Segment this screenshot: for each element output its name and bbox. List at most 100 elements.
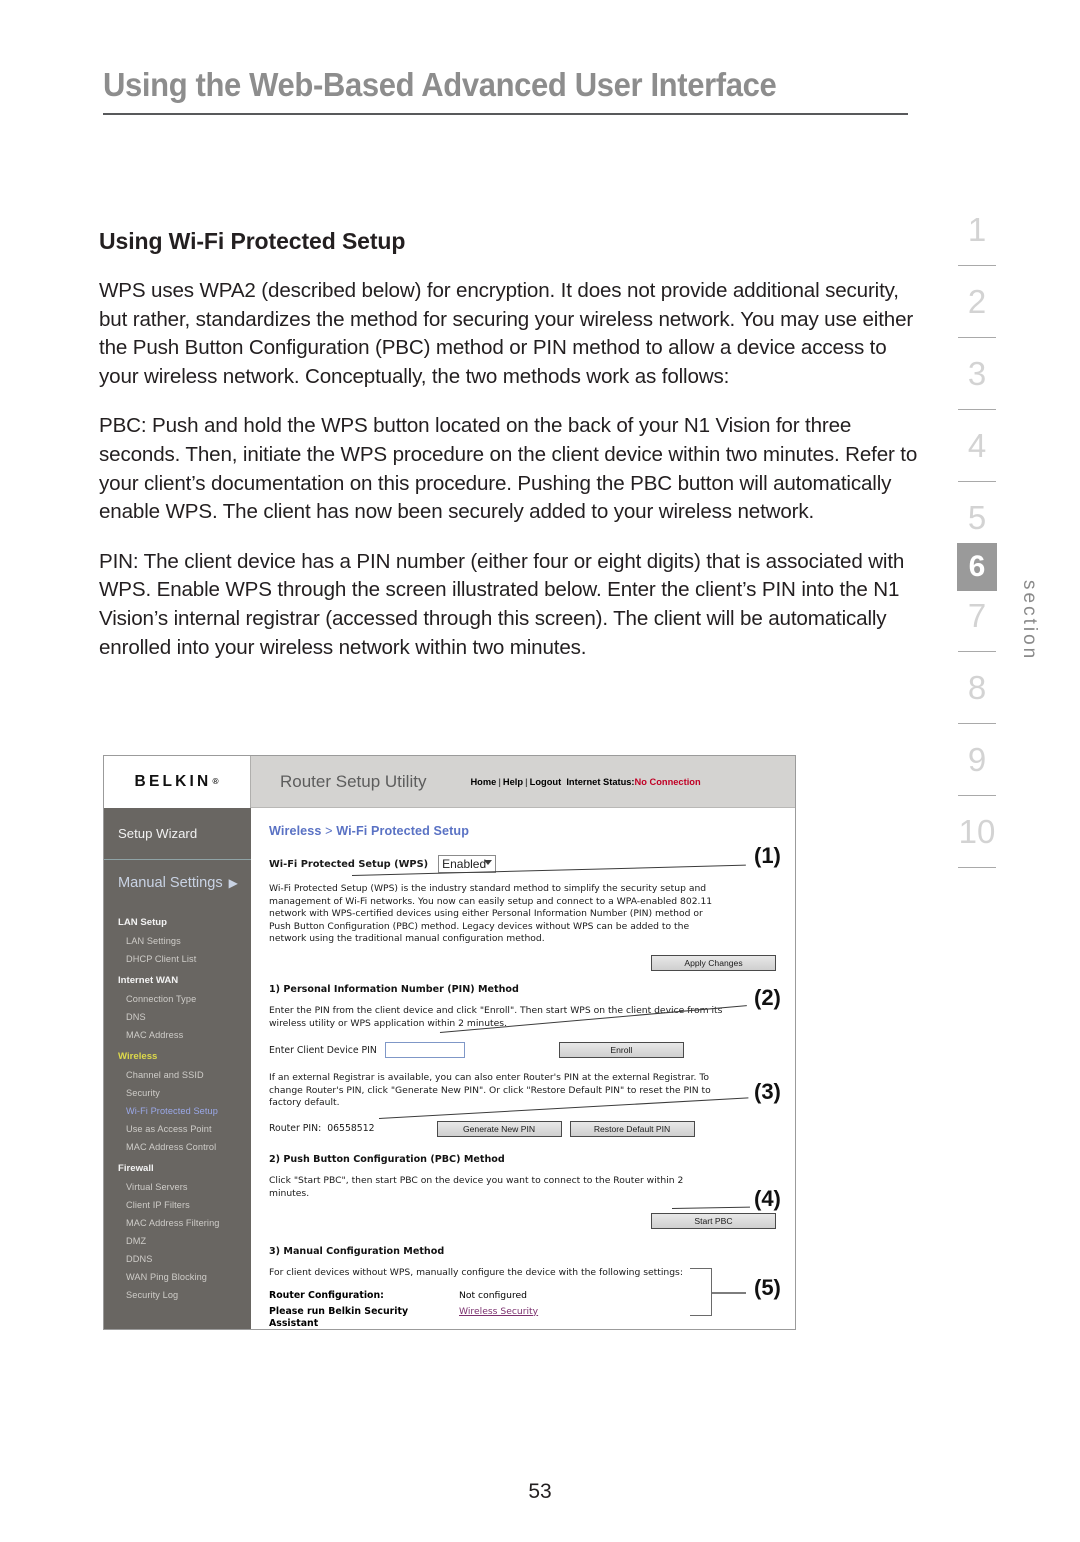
section-number-5[interactable]: 5	[945, 493, 1009, 543]
pbc-method-description: Click "Start PBC", then start PBC on the…	[269, 1174, 684, 1199]
help-link[interactable]: Help	[503, 777, 523, 787]
sidebar-item-connection-type[interactable]: Connection Type	[104, 994, 251, 1004]
sidebar-group-lan-setup: LAN Setup	[118, 917, 168, 928]
section-number-2[interactable]: 2	[945, 277, 1009, 327]
sidebar-item-lan-settings[interactable]: LAN Settings	[104, 936, 251, 946]
home-link[interactable]: Home	[470, 777, 496, 787]
section-number-1[interactable]: 1	[945, 205, 1009, 255]
breadcrumb-current: Wi-Fi Protected Setup	[336, 824, 470, 838]
sidebar-item-ddns[interactable]: DDNS	[104, 1254, 251, 1264]
sidebar-item-client-ip-filters[interactable]: Client IP Filters	[104, 1200, 251, 1210]
wireless-security-link[interactable]: Wireless Security	[459, 1306, 538, 1329]
registrar-description: If an external Registrar is available, y…	[269, 1072, 711, 1109]
callout-5: (5)	[754, 1275, 781, 1300]
router-pin-label: Router PIN:	[269, 1123, 322, 1135]
pin-method-heading: 1) Personal Information Number (PIN) Met…	[269, 983, 519, 995]
router-topbar: BELKIN ® Router Setup Utility Home | Help | L…	[104, 756, 795, 808]
wps-enable-selected-value: Enabled	[442, 857, 487, 871]
chevron-down-icon	[484, 860, 493, 865]
sidebar-item-security-log[interactable]: Security Log	[104, 1290, 251, 1300]
security-assistant-line1: Please run Belkin Security Assistant	[269, 1305, 409, 1329]
client-pin-input[interactable]	[384, 1042, 465, 1059]
client-pin-label: Enter Client Device PIN	[269, 1044, 377, 1056]
sidebar-item-mac-address[interactable]: MAC Address	[104, 1030, 251, 1040]
page-title: Using Wi-Fi Protected Setup	[99, 228, 406, 254]
sidebar-item-mac-address-filtering[interactable]: MAC Address Filtering	[104, 1218, 251, 1228]
sidebar-item-use-as-access-point[interactable]: Use as Access Point	[104, 1124, 251, 1134]
section-number-7[interactable]: 7	[945, 591, 1009, 641]
section-divider	[958, 409, 996, 410]
belkin-wordmark: BELKIN	[134, 772, 212, 790]
sidebar-group-wireless: Wireless	[118, 1051, 158, 1062]
wps-enable-select[interactable]: Enabled	[438, 855, 497, 873]
restore-default-pin-button[interactable]: Restore Default PIN	[569, 1120, 695, 1137]
paragraph-wps-overview: WPS uses WPA2 (described below) for encr…	[99, 279, 914, 388]
router-configuration-value: Not configured	[459, 1289, 528, 1301]
app-title: Router Setup Utility	[280, 771, 427, 791]
apply-changes-button[interactable]: Apply Changes	[651, 954, 776, 971]
sidebar-item-wifi-protected-setup[interactable]: Wi-Fi Protected Setup	[104, 1106, 251, 1116]
manual-method-heading: 3) Manual Configuration Method	[269, 1246, 445, 1258]
security-assistant-label: Please run Belkin Security Assistant fro…	[269, 1305, 459, 1329]
sidebar-item-dns[interactable]: DNS	[104, 1012, 251, 1022]
sidebar-item-virtual-servers[interactable]: Virtual Servers	[104, 1182, 251, 1192]
client-pin-row: Enter Client Device PIN Enroll	[269, 1042, 779, 1059]
sidebar-group-firewall: Firewall	[118, 1163, 154, 1174]
running-head-title: Using the Web-Based Advanced User Interf…	[103, 66, 777, 103]
section-divider	[958, 651, 996, 652]
generate-new-pin-button[interactable]: Generate New PIN	[436, 1120, 562, 1137]
sidebar-item-dmz[interactable]: DMZ	[104, 1236, 251, 1246]
page-number: 53	[528, 1480, 552, 1503]
sidebar-item-channel-and-ssid[interactable]: Channel and SSID	[104, 1070, 251, 1080]
wps-enable-label: Wi-Fi Protected Setup (WPS)	[269, 858, 429, 870]
start-pbc-row: Start PBC	[269, 1213, 779, 1230]
section-divider	[958, 337, 996, 338]
breadcrumb-parent[interactable]: Wireless	[269, 824, 322, 838]
sidebar-item-setup-wizard[interactable]: Setup Wizard	[104, 808, 251, 860]
breadcrumb-separator: >	[325, 824, 333, 838]
section-divider	[958, 481, 996, 482]
router-main-panel: Wireless > Wi-Fi Protected Setup Wi-Fi P…	[251, 808, 795, 1329]
section-number-8[interactable]: 8	[945, 663, 1009, 713]
section-divider	[958, 795, 996, 796]
paragraph-pbc: PBC: Push and hold the WPS button locate…	[99, 414, 918, 524]
start-pbc-button[interactable]: Start PBC	[651, 1213, 776, 1230]
sidebar-item-mac-address-control[interactable]: MAC Address Control	[104, 1142, 251, 1152]
router-body: Setup Wizard Manual Settings ▶ LAN Setup…	[104, 808, 795, 1329]
section-number-4[interactable]: 4	[945, 421, 1009, 471]
logout-link[interactable]: Logout	[530, 777, 562, 787]
breadcrumb: Wireless > Wi-Fi Protected Setup	[269, 824, 779, 838]
enroll-button-wrap: Enroll	[558, 1042, 684, 1059]
router-pin-row: Router PIN: 06558512 Generate New PIN Re…	[269, 1120, 779, 1137]
sidebar-item-label: Manual Settings	[118, 875, 223, 891]
sidebar-item-dhcp-client-list[interactable]: DHCP Client List	[104, 954, 251, 964]
section-number-6-active[interactable]: 6	[957, 543, 997, 591]
sidebar-item-security[interactable]: Security	[104, 1088, 251, 1098]
topbar-links: Home | Help | Logout Internet Status:No Conn…	[470, 776, 701, 787]
internet-status-label: Internet Status:	[566, 776, 635, 787]
section-rail-label: section	[1019, 580, 1040, 662]
section-rail: 1 2 3 4 5 6 7 8 9 10	[945, 205, 1009, 879]
manual-method-description: For client devices without WPS, manually…	[269, 1267, 683, 1279]
body-column: Using Wi-Fi Protected Setup WPS uses WPA…	[99, 228, 919, 683]
leader-line-5	[712, 1292, 746, 1294]
sidebar-item-wan-ping-blocking[interactable]: WAN Ping Blocking	[104, 1272, 251, 1282]
router-pin-value: 06558512	[327, 1123, 375, 1135]
chevron-right-icon: ▶	[228, 876, 238, 890]
section-divider	[958, 867, 996, 868]
callout-4: (4)	[754, 1186, 781, 1211]
registered-mark-icon: ®	[211, 777, 220, 786]
section-number-10[interactable]: 10	[945, 807, 1009, 857]
section-divider	[958, 723, 996, 724]
sidebar-item-manual-settings[interactable]: Manual Settings ▶	[104, 860, 251, 906]
enroll-button[interactable]: Enroll	[558, 1042, 684, 1059]
section-divider	[958, 265, 996, 266]
internet-status-value: No Connection	[634, 776, 701, 787]
router-setup-utility-screenshot: BELKIN ® Router Setup Utility Home | Help | L…	[103, 755, 796, 1330]
router-pin-buttons: Generate New PIN Restore Default PIN	[436, 1120, 695, 1137]
section-number-9[interactable]: 9	[945, 735, 1009, 785]
callout-3: (3)	[754, 1079, 781, 1104]
section-number-3[interactable]: 3	[945, 349, 1009, 399]
sidebar-group-internet-wan: Internet WAN	[118, 975, 179, 986]
running-head: Using the Web-Based Advanced User Interf…	[103, 66, 908, 115]
